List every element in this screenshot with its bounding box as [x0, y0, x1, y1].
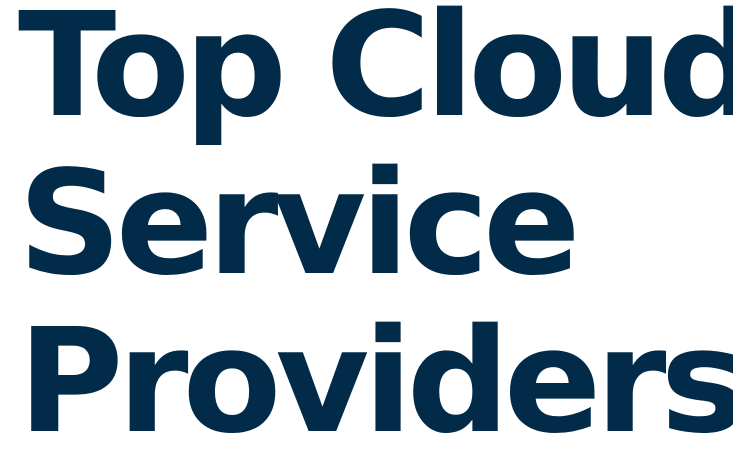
title-line-3: Providers	[18, 297, 733, 465]
page-title: Top Cloud Service Providers	[18, 0, 733, 460]
title-line-2: Service	[18, 139, 581, 307]
title-line-1: Top Cloud	[18, 0, 733, 149]
